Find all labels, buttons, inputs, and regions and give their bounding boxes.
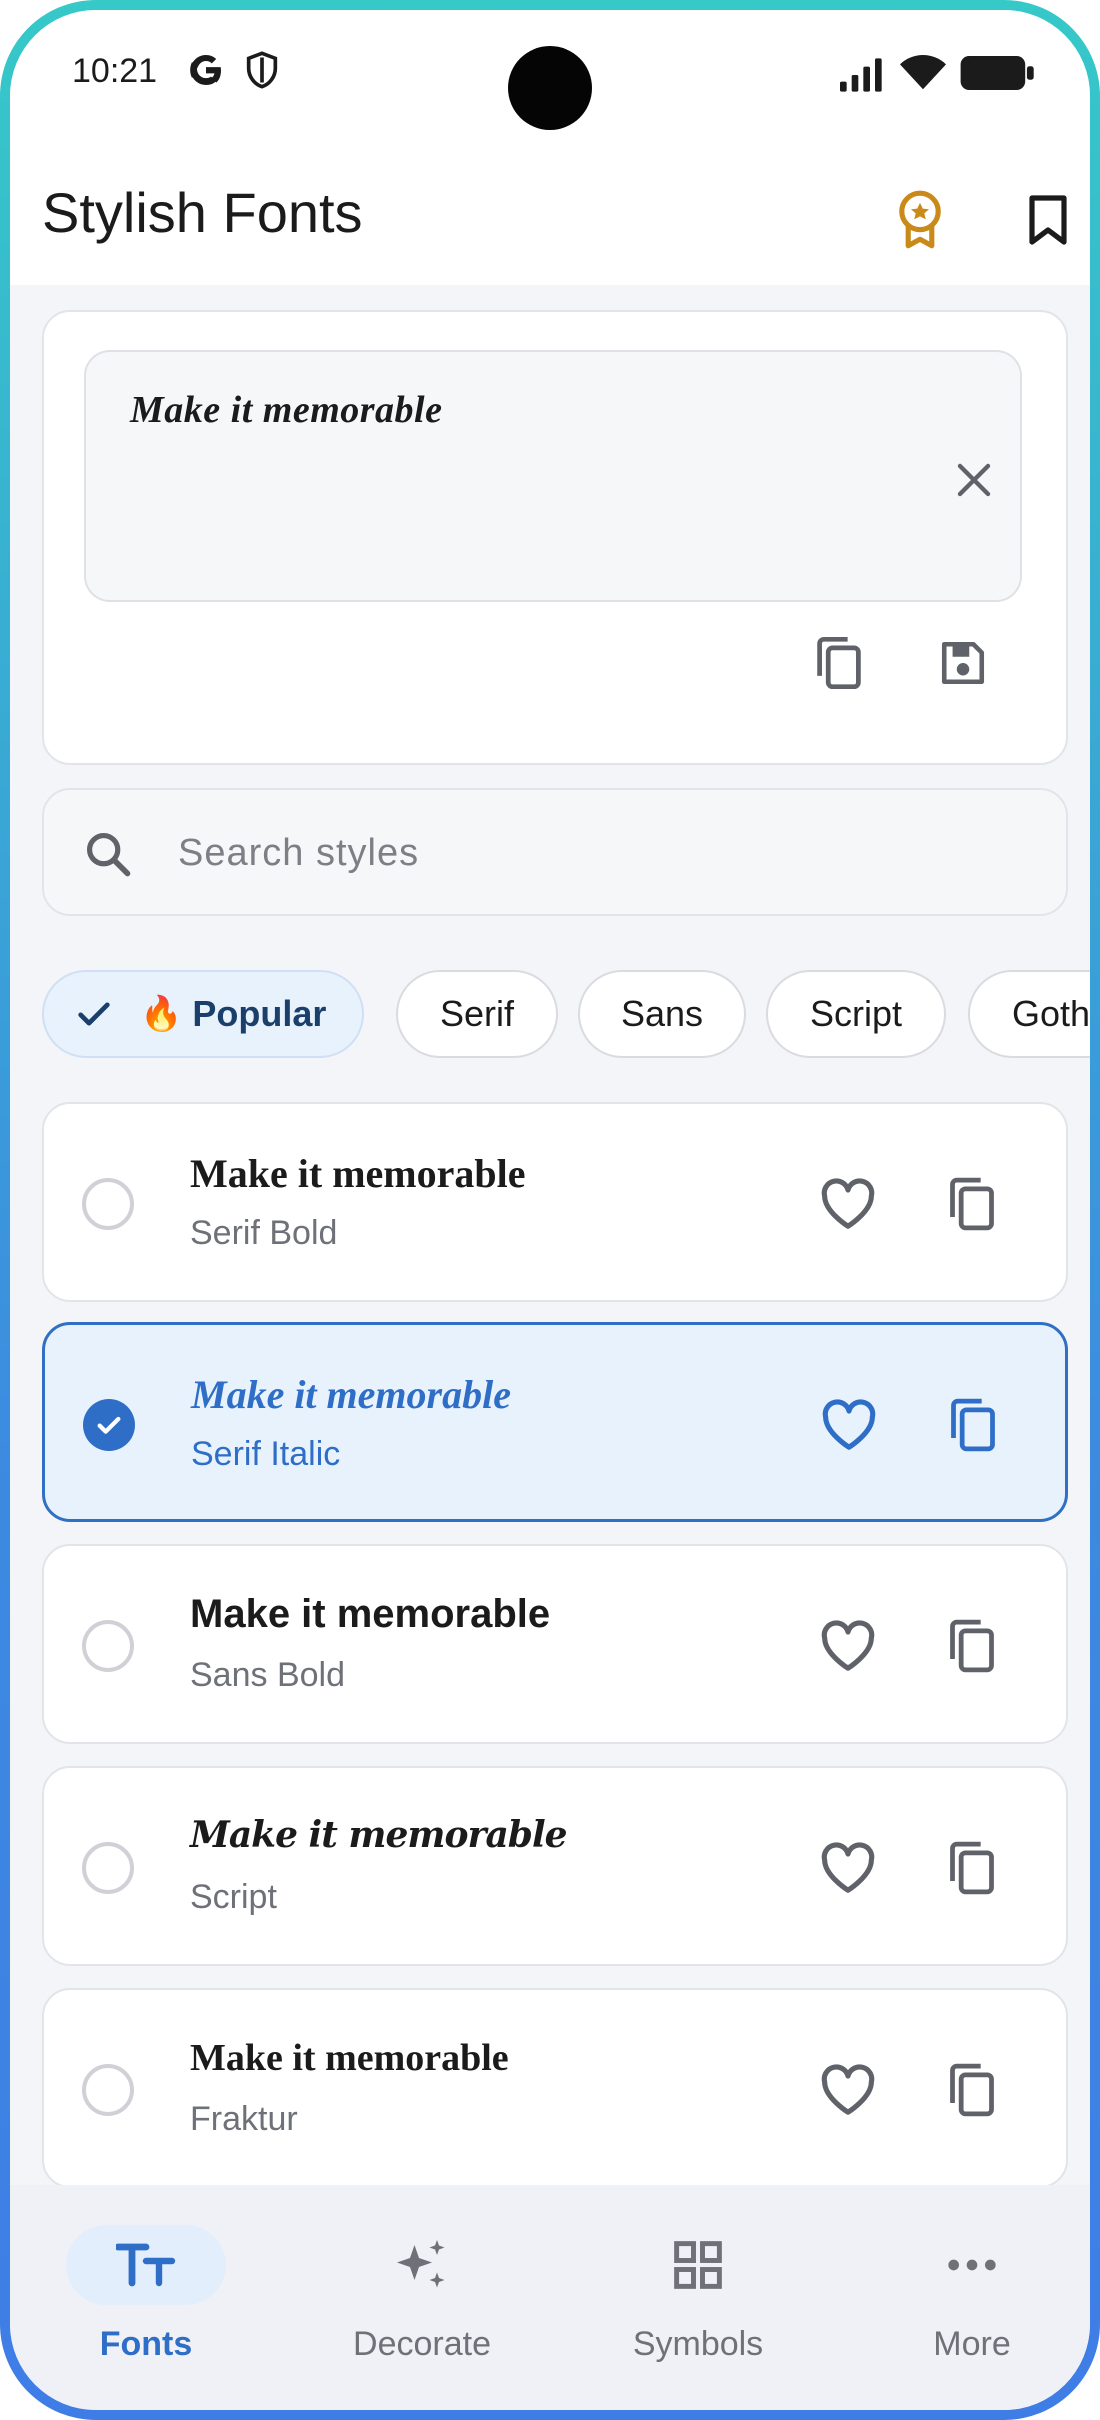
chip-label: Serif — [439, 993, 515, 1034]
font-item-script[interactable]: Make it memorable Script — [42, 1766, 1068, 1966]
wifi-icon — [900, 54, 946, 90]
nav-label: Symbols — [632, 2325, 764, 2363]
chip-sans[interactable]: Sans — [578, 970, 746, 1058]
award-icon — [899, 190, 941, 249]
font-item-fraktur[interactable]: Make it memorable Fraktur — [42, 1988, 1068, 2188]
battery-icon — [960, 56, 1034, 90]
search-input[interactable] — [178, 820, 1038, 886]
nav-label: Decorate — [353, 2325, 491, 2363]
font-sample: Make it memorable — [190, 1151, 526, 1196]
text-input-box[interactable]: Make it memorable — [84, 350, 1022, 602]
clear-text-button[interactable] — [942, 448, 1006, 512]
check-icon — [97, 1416, 121, 1434]
copy-icon — [817, 636, 861, 690]
radio-button[interactable] — [82, 1178, 134, 1230]
sparkles-icon — [397, 2240, 445, 2288]
copy-icon — [950, 2063, 994, 2117]
font-item-serif-bold[interactable]: Make it memorable Serif Bold — [42, 1102, 1068, 1302]
chip-label: Sans — [620, 993, 704, 1034]
text-fonts-icon — [116, 2243, 176, 2287]
check-icon — [78, 1002, 110, 1026]
chip-gothic[interactable]: Gothic — [968, 970, 1090, 1058]
search-icon — [86, 832, 131, 877]
bookmark-icon — [1029, 195, 1067, 245]
heart-icon — [821, 2064, 875, 2115]
save-input-button[interactable] — [928, 628, 998, 698]
status-bar: 10:21 — [10, 10, 1090, 160]
chip-serif[interactable]: Serif — [396, 970, 558, 1058]
nav-fonts[interactable]: Fonts — [36, 2225, 256, 2375]
favorite-button[interactable] — [810, 1830, 886, 1906]
input-text[interactable]: Make it memorable — [130, 388, 442, 432]
search-bar[interactable] — [42, 788, 1068, 916]
google-icon — [190, 55, 221, 85]
premium-award-button[interactable] — [880, 180, 960, 260]
copy-icon — [950, 1619, 994, 1673]
heart-icon — [821, 1178, 875, 1229]
app-bar: Stylish Fonts — [10, 160, 1090, 285]
copy-button[interactable] — [934, 1608, 1010, 1684]
radio-button-checked[interactable] — [83, 1399, 135, 1451]
font-name: Script — [190, 1878, 277, 1916]
nav-decorate[interactable]: Decorate — [312, 2225, 532, 2375]
chip-popular[interactable]: 🔥 Popular — [42, 970, 364, 1058]
heart-icon — [821, 1842, 875, 1893]
nav-icon-container — [618, 2225, 778, 2305]
font-sample: Make it memorable — [190, 1814, 568, 1856]
bookmark-button[interactable] — [1008, 180, 1088, 260]
grid-icon — [674, 2241, 722, 2289]
copy-button[interactable] — [934, 2052, 1010, 2128]
copy-icon — [950, 1177, 994, 1231]
font-item-sans-bold[interactable]: Make it memorable Sans Bold — [42, 1544, 1068, 1744]
screen: 10:21 Stylish Fonts Make it memorable Se… — [10, 10, 1090, 2410]
chip-label: Script — [809, 993, 903, 1034]
favorite-button[interactable] — [810, 1608, 886, 1684]
editor-card: Make it memorable — [42, 310, 1068, 765]
status-time: 10:21 — [72, 52, 158, 90]
font-name: Sans Bold — [190, 1656, 345, 1694]
favorite-button[interactable] — [810, 2052, 886, 2128]
category-chips: 🔥 Popular Serif Sans Script Gothic — [42, 970, 1090, 1060]
font-name: Serif Italic — [191, 1435, 341, 1473]
heart-icon — [821, 1620, 875, 1671]
font-name: Fraktur — [190, 2100, 298, 2138]
nav-more[interactable]: More — [862, 2225, 1082, 2375]
favorite-button[interactable] — [811, 1387, 887, 1463]
fire-icon: 🔥 — [140, 995, 183, 1033]
nav-icon-container — [342, 2225, 502, 2305]
bottom-navigation: Fonts Decorate Symbols More — [10, 2185, 1090, 2410]
copy-button[interactable] — [934, 1166, 1010, 1242]
font-name: Serif Bold — [190, 1214, 338, 1252]
nav-icon-container — [66, 2225, 226, 2305]
chip-script[interactable]: Script — [766, 970, 946, 1058]
font-sample: Make it memorable — [190, 1592, 551, 1636]
page-title: Stylish Fonts — [42, 181, 363, 244]
radio-button[interactable] — [82, 2064, 134, 2116]
chip-label: Gothic — [1012, 993, 1090, 1034]
favorite-button[interactable] — [810, 1166, 886, 1242]
signal-icon — [840, 58, 882, 92]
chip-label: Popular — [192, 993, 327, 1034]
save-icon — [941, 641, 985, 685]
copy-icon — [950, 1841, 994, 1895]
nav-label: Fonts — [99, 2325, 193, 2363]
more-dots-icon — [948, 2259, 996, 2271]
copy-button[interactable] — [935, 1387, 1011, 1463]
heart-icon — [822, 1399, 876, 1450]
font-sample: Make it memorable — [190, 2037, 509, 2079]
shield-icon — [246, 51, 278, 89]
radio-button[interactable] — [82, 1620, 134, 1672]
copy-input-button[interactable] — [804, 628, 874, 698]
copy-icon — [951, 1398, 995, 1452]
close-icon — [957, 463, 991, 497]
nav-label: More — [933, 2325, 1011, 2363]
font-item-serif-italic[interactable]: Make it memorable Serif Italic — [42, 1322, 1068, 1522]
device-frame: 10:21 Stylish Fonts Make it memorable Se… — [0, 0, 1100, 2420]
nav-symbols[interactable]: Symbols — [588, 2225, 808, 2375]
copy-button[interactable] — [934, 1830, 1010, 1906]
font-sample: Make it memorable — [191, 1372, 511, 1417]
nav-icon-container — [892, 2225, 1052, 2305]
camera-cutout — [508, 46, 592, 130]
radio-button[interactable] — [82, 1842, 134, 1894]
